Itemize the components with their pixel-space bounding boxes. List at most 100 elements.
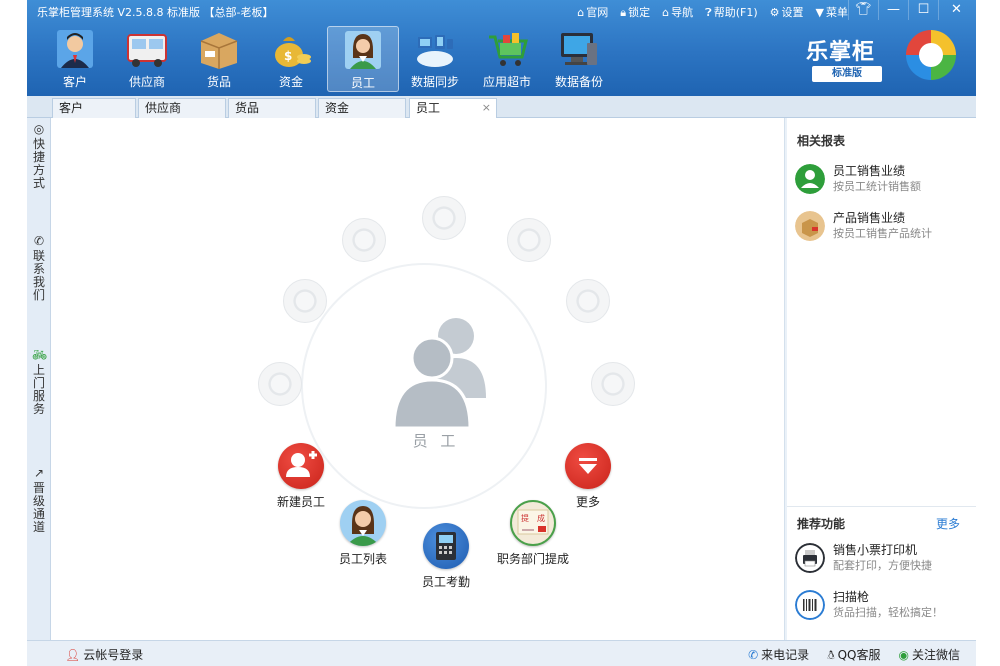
- tab-supplier[interactable]: 供应商: [138, 98, 226, 118]
- wechat-link[interactable]: ◉ 关注微信: [899, 646, 961, 664]
- official-site-link[interactable]: ⌂ 官网: [577, 4, 608, 20]
- help-link[interactable]: ❓︎ 帮助(F1): [705, 4, 758, 20]
- svg-text:$: $: [284, 49, 292, 63]
- top-links: ⌂ 官网 🔒︎ 锁定 ⌂ 导航 ❓︎ 帮助(F1) ⚙ 设置 ▼ 菜单: [577, 4, 848, 20]
- gear-icon: ⚙: [769, 6, 780, 19]
- call-log-link[interactable]: ✆ 来电记录: [748, 646, 809, 664]
- chevron-down-icon: ▼: [815, 6, 824, 19]
- app-market-cart-icon: [489, 33, 528, 66]
- shortcut-icon: ◎: [33, 122, 45, 136]
- brand-logo-icon: [906, 30, 956, 80]
- user-report-icon: [795, 164, 825, 194]
- goods-box-icon: [200, 33, 238, 69]
- module-goods[interactable]: 货品: [183, 26, 255, 92]
- report-employee-sales[interactable]: 员工销售业绩 按员工统计销售额: [795, 162, 970, 198]
- sidebar-item-label: 快捷方式: [32, 137, 45, 190]
- tab-bar: 客户 供应商 货品 资金 员工 ×: [27, 96, 976, 119]
- module-data-backup[interactable]: 数据备份: [543, 26, 615, 92]
- left-sidebar: ◎ 快捷方式 ✆ 联系我们 🚲︎ 上门服务 ↗ 晋级通道: [27, 118, 51, 640]
- menu-link[interactable]: ▼ 菜单: [816, 4, 848, 20]
- settings-link[interactable]: ⚙ 设置: [770, 4, 804, 20]
- recommend-more-link[interactable]: 更多: [936, 515, 960, 532]
- commission-button[interactable]: 提 成 职务部门提成: [487, 500, 579, 567]
- add-user-icon: [278, 443, 324, 489]
- close-icon[interactable]: ×: [482, 99, 491, 117]
- home-icon: ⌂: [577, 6, 585, 19]
- svg-text:成: 成: [537, 513, 545, 523]
- employee-avatar-icon: [345, 31, 381, 69]
- empty-slot: [422, 196, 466, 240]
- help-icon: ❓︎: [705, 6, 712, 19]
- lock-icon: 🔒︎: [620, 6, 627, 19]
- sidebar-item-label: 上门服务: [32, 363, 45, 416]
- data-backup-icon: [561, 33, 597, 65]
- recommend-title: 推荐功能: [797, 517, 846, 531]
- empty-slot: [258, 362, 302, 406]
- sidebar-item-upgrade[interactable]: ↗ 晋级通道: [27, 466, 51, 534]
- employee-avatar-icon: [340, 500, 386, 546]
- qq-service-link[interactable]: 🐧︎ QQ客服: [827, 646, 880, 664]
- wechat-icon: ◉: [898, 648, 909, 662]
- phone-icon: ✆: [33, 234, 45, 248]
- empty-slot: [507, 218, 551, 262]
- attendance-button[interactable]: 员工考勤: [410, 523, 482, 590]
- app-window: 乐掌柜管理系统 V2.5.8.8 标准版 【总部-老板】 ⌂ 官网 🔒︎ 锁定 ⌂ 导…: [27, 0, 976, 666]
- nav-link[interactable]: ⌂ 导航: [662, 4, 693, 20]
- sidebar-item-shortcuts[interactable]: ◎ 快捷方式: [27, 122, 51, 190]
- status-links: ✆ 来电记录 🐧︎ QQ客服 ◉ 关注微信: [748, 646, 960, 664]
- trend-up-icon: ↗: [33, 466, 45, 480]
- module-supplier[interactable]: 供应商: [111, 26, 183, 92]
- attendance-device-icon: [423, 523, 469, 569]
- customer-avatar-icon: [57, 30, 93, 68]
- phone-icon: ✆: [748, 648, 759, 662]
- sidebar-item-onsite-service[interactable]: 🚲︎ 上门服务: [27, 348, 51, 416]
- report-product-sales[interactable]: 产品销售业绩 按员工销售产品统计: [795, 209, 970, 245]
- empty-slot: [283, 279, 327, 323]
- data-sync-icon: [417, 35, 453, 67]
- sidebar-item-label: 晋级通道: [32, 481, 45, 534]
- module-customer[interactable]: 客户: [39, 26, 111, 92]
- cloud-login-link[interactable]: 👤︎ 云帐号登录: [65, 646, 143, 663]
- recommend-receipt-printer[interactable]: 销售小票打印机 配套打印，方便快捷: [795, 541, 970, 577]
- status-bar: 👤︎ 云帐号登录 ✆ 来电记录 🐧︎ QQ客服 ◉ 关注微信: [27, 640, 976, 666]
- brand-edition: 标准版: [812, 66, 882, 82]
- home-icon: ⌂: [662, 6, 670, 19]
- sidebar-item-label: 联系我们: [32, 249, 45, 302]
- close-button[interactable]: ✕: [938, 0, 974, 20]
- module-employee[interactable]: 员工: [327, 26, 399, 92]
- commission-stamp-icon: 提 成: [510, 500, 556, 546]
- skin-button[interactable]: 👕︎: [848, 0, 878, 20]
- panel-divider: [787, 506, 976, 507]
- related-reports-title: 相关报表: [797, 134, 846, 148]
- user-icon: 👤︎: [65, 648, 81, 662]
- supplier-truck-icon: [127, 34, 167, 67]
- tab-employee[interactable]: 员工 ×: [409, 98, 497, 119]
- dropdown-arrow-icon: [565, 443, 611, 489]
- employee-silhouette-icon: [392, 318, 486, 430]
- right-panel: 相关报表 员工销售业绩 按员工统计销售额 产品销售业绩 按员工销售产品统计 推荐…: [787, 118, 976, 640]
- employee-hub: 员 工 新建员工 更多 员工列表 员工考勤 提 成 职务部门提成: [51, 118, 785, 640]
- recommend-barcode-scanner[interactable]: 扫描枪 货品扫描，轻松搞定！: [795, 588, 970, 624]
- sidebar-item-contact[interactable]: ✆ 联系我们: [27, 234, 51, 302]
- bicycle-icon: 🚲︎: [32, 348, 48, 362]
- empty-slot: [342, 218, 386, 262]
- tab-funds[interactable]: 资金: [318, 98, 406, 118]
- qq-icon: 🐧︎: [827, 648, 835, 662]
- module-app-market[interactable]: 应用超市: [471, 26, 543, 92]
- minimize-button[interactable]: —: [878, 0, 908, 20]
- app-title: 乐掌柜管理系统 V2.5.8.8 标准版 【总部-老板】: [37, 6, 274, 19]
- svg-text:提: 提: [521, 513, 529, 523]
- module-funds[interactable]: $ 资金: [255, 26, 327, 92]
- money-bag-icon: $: [275, 37, 311, 67]
- header: 乐掌柜管理系统 V2.5.8.8 标准版 【总部-老板】 ⌂ 官网 🔒︎ 锁定 ⌂ 导…: [27, 0, 976, 96]
- window-controls: 👕︎ — ☐ ✕: [848, 0, 974, 20]
- tab-customer[interactable]: 客户: [52, 98, 136, 118]
- tab-goods[interactable]: 货品: [228, 98, 316, 118]
- module-data-sync[interactable]: 数据同步: [399, 26, 471, 92]
- lock-link[interactable]: 🔒︎ 锁定: [620, 4, 650, 20]
- hub-center-label: 员 工: [412, 432, 460, 450]
- maximize-button[interactable]: ☐: [908, 0, 938, 20]
- new-employee-button[interactable]: 新建员工: [269, 443, 333, 510]
- product-report-icon: [795, 211, 825, 241]
- employee-list-button[interactable]: 员工列表: [331, 500, 395, 567]
